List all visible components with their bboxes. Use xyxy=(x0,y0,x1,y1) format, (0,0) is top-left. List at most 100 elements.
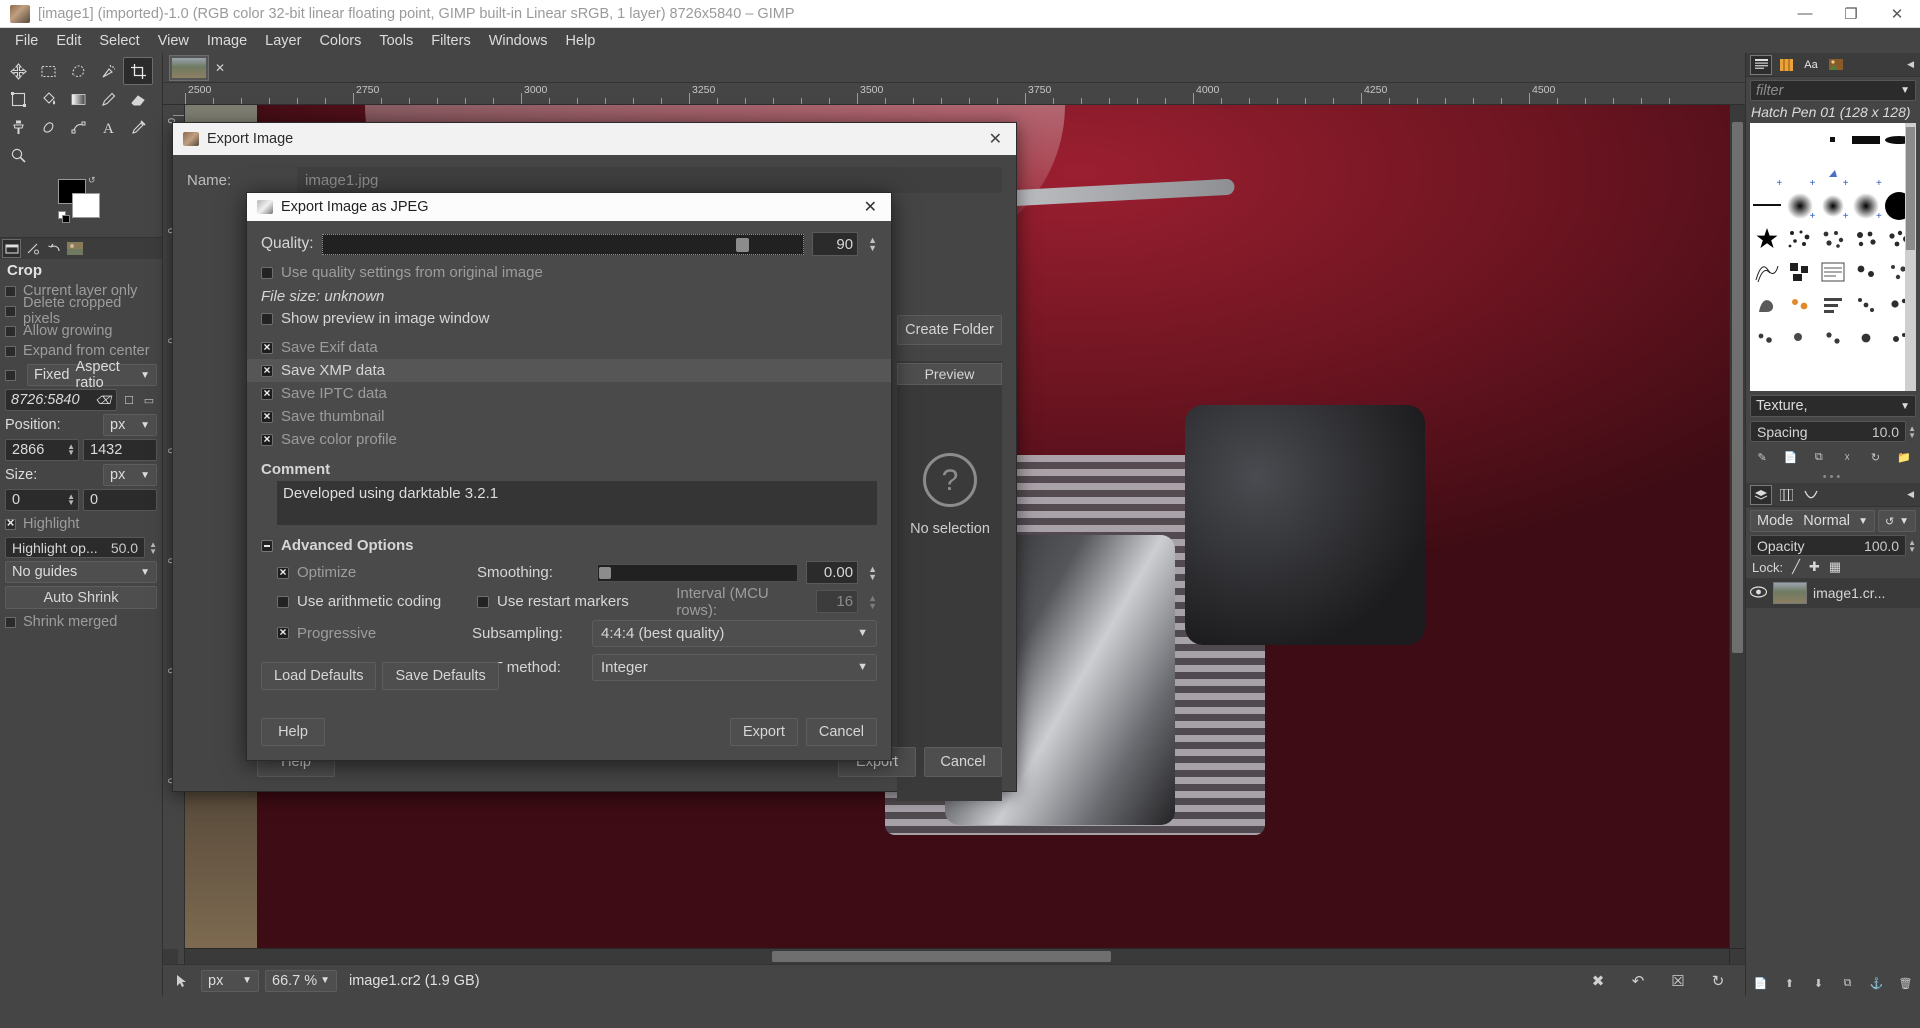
option-optimize[interactable]: Optimize xyxy=(277,561,477,584)
swap-colors-icon[interactable]: ↺ xyxy=(88,175,96,186)
brush-cell[interactable] xyxy=(1816,255,1849,288)
smoothing-slider[interactable] xyxy=(597,564,798,582)
export-jpeg-dialog[interactable]: Export Image as JPEG ✕ Quality: 90 ▲▼ Us… xyxy=(246,192,892,761)
brush-cell[interactable]: + xyxy=(1850,189,1883,222)
close-icon[interactable]: ✕ xyxy=(856,197,885,217)
checkbox-allow-growing[interactable] xyxy=(5,326,16,337)
option-save-thumbnail[interactable]: Save thumbnail xyxy=(261,405,877,428)
advanced-options-expander[interactable]: Advanced Options xyxy=(261,537,877,554)
scroll-thumb[interactable] xyxy=(1732,122,1743,653)
create-folder-button[interactable]: Create Folder xyxy=(897,315,1002,345)
new-layer-icon[interactable]: 📄 xyxy=(1753,975,1769,991)
duplicate-brush-icon[interactable]: ⧉ xyxy=(1811,449,1827,465)
size-h-input[interactable]: 0 xyxy=(83,489,157,511)
background-color-swatch[interactable] xyxy=(72,193,100,218)
checkbox-save-xmp[interactable] xyxy=(261,365,273,377)
aspect-ratio-input[interactable]: 8726:5840 ⌫ xyxy=(5,389,117,411)
preview-toggle[interactable]: Preview xyxy=(897,363,1002,385)
tab-patterns[interactable] xyxy=(1775,55,1797,75)
duplicate-layer-icon[interactable]: ⧉ xyxy=(1840,975,1856,991)
clone-tool-icon[interactable] xyxy=(3,113,33,141)
brush-cell[interactable]: + xyxy=(1783,156,1816,189)
smoothing-input[interactable]: 0.00 xyxy=(806,561,858,584)
guides-combo[interactable]: No guides ▼ xyxy=(5,561,157,583)
pencil-tool-icon[interactable] xyxy=(93,85,123,113)
option-save-iptc[interactable]: Save IPTC data xyxy=(261,382,877,405)
cancel-icon[interactable]: ✖ xyxy=(1585,969,1611,993)
highlight-opacity-stepper-icon[interactable]: ▲▼ xyxy=(149,541,157,555)
quality-stepper-icon[interactable]: ▲▼ xyxy=(868,236,877,252)
menu-edit[interactable]: Edit xyxy=(47,31,90,51)
option-save-exif[interactable]: Save Exif data xyxy=(261,336,877,359)
fuzzy-select-tool-icon[interactable] xyxy=(93,57,123,85)
menu-image[interactable]: Image xyxy=(198,31,256,51)
scroll-thumb[interactable] xyxy=(772,951,1112,962)
minus-icon[interactable] xyxy=(261,540,273,552)
brush-cell[interactable] xyxy=(1816,123,1849,156)
load-defaults-button[interactable]: Load Defaults xyxy=(261,662,376,690)
close-button[interactable]: ✕ xyxy=(1874,0,1920,27)
size-unit-combo[interactable]: px ▼ xyxy=(103,464,157,486)
dock-menu-icon[interactable]: ◀ xyxy=(1907,489,1916,500)
auto-shrink-button[interactable]: Auto Shrink xyxy=(5,586,157,609)
crop-tool-icon[interactable] xyxy=(123,57,153,85)
tab-undo-history[interactable] xyxy=(23,239,42,258)
anchor-layer-icon[interactable]: ⚓ xyxy=(1869,975,1885,991)
checkbox-shrink-merged[interactable] xyxy=(5,617,16,628)
layer-mode-group-button[interactable]: ↺ ▼ xyxy=(1878,510,1916,532)
brush-cell[interactable] xyxy=(1750,354,1783,387)
raise-layer-icon[interactable]: ⬆ xyxy=(1782,975,1798,991)
brush-cell[interactable] xyxy=(1750,222,1783,255)
status-unit-combo[interactable]: px ▼ xyxy=(201,970,259,992)
layer-list-item[interactable]: image1.cr... xyxy=(1746,578,1920,608)
brush-cell[interactable] xyxy=(1850,321,1883,354)
checkbox-use-original-quality[interactable] xyxy=(261,267,273,279)
menu-help[interactable]: Help xyxy=(557,31,605,51)
position-x-input[interactable]: 2866 ▲▼ xyxy=(5,439,79,461)
option-show-preview[interactable]: Show preview in image window xyxy=(261,307,877,330)
free-select-tool-icon[interactable] xyxy=(63,57,93,85)
reset-icon[interactable]: ↻ xyxy=(1705,969,1731,993)
lock-alpha-icon[interactable]: ▦ xyxy=(1829,559,1841,575)
checkbox-save-color-profile[interactable] xyxy=(261,434,273,446)
text-tool-icon[interactable]: A xyxy=(93,113,123,141)
spacing-slider[interactable]: Spacing 10.0 xyxy=(1750,421,1906,442)
brush-cell[interactable] xyxy=(1850,222,1883,255)
option-progressive[interactable]: Progressive xyxy=(277,622,472,645)
dct-combo[interactable]: Integer ▼ xyxy=(592,654,877,681)
horizontal-scrollbar[interactable] xyxy=(185,949,1729,964)
menu-colors[interactable]: Colors xyxy=(310,31,370,51)
brush-grid-scrollbar[interactable] xyxy=(1905,123,1916,391)
checkbox-show-preview[interactable] xyxy=(261,313,273,325)
jpeg-help-button[interactable]: Help xyxy=(261,718,325,746)
menu-file[interactable]: File xyxy=(6,31,47,51)
bucket-fill-tool-icon[interactable] xyxy=(33,85,63,113)
tab-paths[interactable] xyxy=(1800,485,1822,505)
position-unit-combo[interactable]: px ▼ xyxy=(103,414,157,436)
stepper-icon[interactable]: ▲▼ xyxy=(67,444,75,456)
close-icon[interactable]: ✕ xyxy=(209,55,231,81)
jpeg-cancel-button[interactable]: Cancel xyxy=(806,718,877,746)
brush-cell[interactable] xyxy=(1783,222,1816,255)
dock-resize-grip[interactable]: ••• xyxy=(1746,471,1920,483)
chevron-down-icon[interactable]: ▼ xyxy=(1900,85,1910,96)
brush-cell[interactable] xyxy=(1816,288,1849,321)
navigation-preview-icon[interactable] xyxy=(1730,949,1745,964)
brush-cell[interactable]: + xyxy=(1750,156,1783,189)
checkbox-current-layer-only[interactable] xyxy=(5,286,16,297)
option-restart-markers[interactable]: Use restart markers xyxy=(477,590,668,613)
tab-layers[interactable] xyxy=(1750,485,1772,505)
save-defaults-button[interactable]: Save Defaults xyxy=(382,662,498,690)
open-brush-folder-icon[interactable]: 📁 xyxy=(1896,449,1912,465)
tab-device-status[interactable] xyxy=(44,239,63,258)
rectangle-select-tool-icon[interactable] xyxy=(33,57,63,85)
lock-pixels-icon[interactable]: ╱ xyxy=(1792,559,1800,575)
edit-brush-icon[interactable]: ✎ xyxy=(1754,449,1770,465)
paths-tool-icon[interactable] xyxy=(63,113,93,141)
lock-position-icon[interactable]: ✚ xyxy=(1809,559,1820,575)
export-cancel-button[interactable]: Cancel xyxy=(924,747,1002,777)
refresh-brushes-icon[interactable]: ↻ xyxy=(1867,449,1883,465)
layer-opacity-slider[interactable]: Opacity 100.0 xyxy=(1750,535,1906,556)
filename-input[interactable]: image1.jpg xyxy=(297,167,1002,193)
brush-cell[interactable] xyxy=(1750,288,1783,321)
